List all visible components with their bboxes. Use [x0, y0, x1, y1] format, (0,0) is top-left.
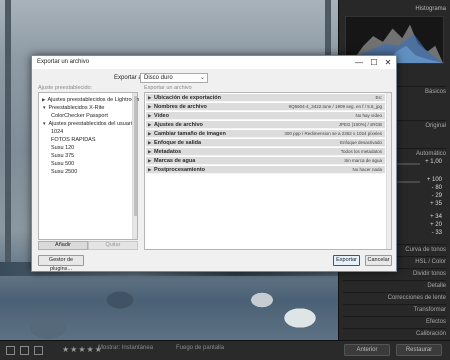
export-settings-panel: ▶ Ubicación de exportación Es: ▶ Nombres de…	[144, 92, 392, 250]
section-watermarking[interactable]: ▶ Marcas de agua Sin marca de agua	[146, 157, 385, 165]
maximize-icon[interactable]: ☐	[367, 56, 381, 69]
section-video[interactable]: ▶ Vídeo No hay vídeo	[146, 112, 385, 120]
rating-stars[interactable]: ★★★★★	[62, 345, 103, 354]
exposure-value: + 1,00	[425, 159, 442, 165]
expand-triangle-icon: ▶	[42, 97, 46, 102]
preset-item[interactable]: FOTOS RAPIDAS	[51, 136, 96, 144]
expand-triangle-icon: ▶	[148, 131, 152, 136]
export-to-label: Exportar a:	[114, 75, 144, 81]
photo-pole	[5, 0, 11, 262]
bottom-toolbar: ★★★★★ Mostrar: Instantánea Fuego de pant…	[0, 340, 450, 360]
expand-triangle-icon: ▶	[148, 149, 152, 154]
preset-folder-lightroom[interactable]: ▶ Ajustes preestablecidos de Lightroom	[42, 96, 139, 104]
add-preset-button[interactable]: Añadir	[38, 241, 88, 250]
preset-item[interactable]: ColorChecker Passport	[51, 112, 108, 120]
minimize-icon[interactable]: —	[352, 56, 366, 69]
section-file-settings[interactable]: ▶ Ajustes de archivo JPEG (100%) / sRGB	[146, 121, 385, 129]
export-to-value: Disco duro	[144, 75, 173, 81]
filmstrip-mode-label[interactable]: Mostrar: Instantánea	[98, 345, 153, 351]
previous-button[interactable]: Anterior	[344, 344, 390, 356]
expand-triangle-icon: ▶	[148, 122, 152, 127]
expand-triangle-icon: ▶	[148, 140, 152, 145]
preset-item[interactable]: Susu 120	[51, 144, 74, 152]
export-dialog: Exportar un archivo — ☐ ✕ Exportar a: Di…	[31, 55, 397, 272]
clarity-value: + 34	[430, 214, 442, 220]
export-button[interactable]: Exportar	[333, 255, 360, 266]
section-file-naming[interactable]: ▶ Nombres de archivo 9Q5604-4_3422.tone / …	[146, 103, 385, 111]
sections-scrollbar[interactable]	[386, 93, 391, 249]
expand-triangle-icon: ▶	[148, 95, 152, 100]
presets-header: Ajuste preestablecido:	[38, 85, 93, 91]
preset-item[interactable]: Susu 500	[51, 160, 74, 168]
compare-view-icon[interactable]	[20, 346, 29, 355]
panel-lens-corrections[interactable]: Correcciones de lente	[343, 292, 446, 302]
dialog-titlebar[interactable]: Exportar un archivo — ☐ ✕	[32, 56, 396, 69]
panel-calibration[interactable]: Calibración	[343, 328, 446, 338]
section-image-sizing[interactable]: ▶ Cambiar tamaño de imagen 300 ppp / Redim…	[146, 130, 385, 138]
saturation-value: - 33	[431, 230, 442, 236]
panel-transform[interactable]: Transformar	[343, 304, 446, 314]
preset-folder-user[interactable]: ▼ Ajustes preestablecidos del usuario	[42, 120, 135, 128]
whites-value: - 29	[431, 193, 442, 199]
dialog-title: Exportar un archivo	[37, 59, 90, 65]
collapse-triangle-icon: ▼	[42, 105, 47, 110]
vibrance-value: + 20	[430, 222, 442, 228]
expand-triangle-icon: ▶	[148, 104, 152, 109]
sections-header: Exportar un archivo	[144, 85, 192, 91]
close-icon[interactable]: ✕	[381, 56, 395, 69]
expand-triangle-icon: ▶	[148, 167, 152, 172]
remove-preset-button[interactable]: Quitar	[88, 241, 138, 250]
blacks-value: + 35	[430, 201, 442, 207]
cancel-button[interactable]: Cancelar	[365, 255, 392, 266]
loupe-view-icon[interactable]	[6, 346, 15, 355]
section-post-processing[interactable]: ▶ Postprocesamiento No hacer nada	[146, 166, 385, 174]
expand-triangle-icon: ▶	[148, 113, 152, 118]
preset-item[interactable]: Susu 375	[51, 152, 74, 160]
collapse-triangle-icon: ▼	[42, 121, 47, 126]
panel-effects[interactable]: Efectos	[343, 316, 446, 326]
preset-item[interactable]: 1024	[51, 128, 63, 136]
preset-folder-xrite[interactable]: ▼ Preestablecidos X-Rite	[42, 104, 104, 112]
presets-scrollbar[interactable]	[132, 93, 137, 239]
export-to-row: Exportar a: Disco duro ⌄	[32, 72, 396, 84]
scrollbar-thumb[interactable]	[134, 96, 137, 216]
preset-list: ▶ Ajustes preestablecidos de Lightroom ▼ P…	[38, 92, 139, 240]
shadows-value: - 80	[431, 185, 442, 191]
highlights-value: + 100	[426, 177, 442, 183]
plugin-manager-button[interactable]: Gestor de plugins...	[38, 255, 84, 272]
expand-triangle-icon: ▶	[148, 158, 152, 163]
export-to-select[interactable]: Disco duro ⌄	[140, 73, 208, 83]
histogram-label: Histograma	[415, 6, 446, 12]
section-metadata[interactable]: ▶ Metadatos Todos los metadatos	[146, 148, 385, 156]
panel-detail[interactable]: Detalle	[343, 280, 446, 290]
grid-view-icon[interactable]	[34, 346, 43, 355]
preset-item[interactable]: Susu 2500	[51, 168, 77, 176]
filmstrip-sort-label[interactable]: Fuego de pantalla	[176, 345, 224, 351]
section-output-sharpening[interactable]: ▶ Enfoque de salida Enfoque desactivado	[146, 139, 385, 147]
chevron-down-icon: ⌄	[199, 75, 205, 81]
section-export-location[interactable]: ▶ Ubicación de exportación Es:	[146, 94, 385, 102]
reset-button[interactable]: Restaurar	[396, 344, 442, 356]
